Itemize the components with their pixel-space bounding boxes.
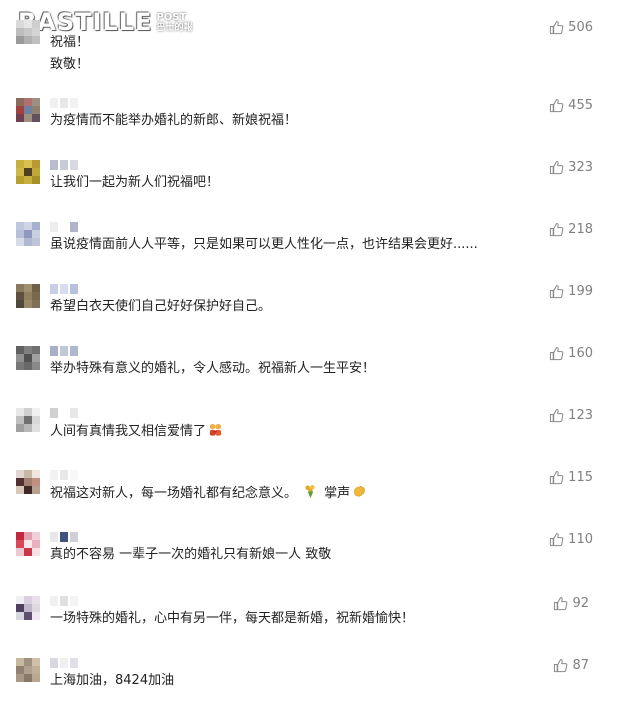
comment-item: 为疫情而不能举办婚礼的新郎、新娘祝福！ 455 — [0, 96, 625, 158]
avatar[interactable] — [16, 98, 40, 122]
comment-item: 祝福这对新人，每一场婚礼都有纪念意义。 掌声 115 — [0, 468, 625, 530]
like-button[interactable]: 199 — [549, 282, 593, 300]
comment-text: 虽说疫情面前人人平等，只是如果可以更人性化一点，也许结果会更好...... — [50, 236, 478, 254]
thumbs-up-icon — [550, 222, 564, 236]
couple-emoji-icon — [209, 423, 222, 436]
username-mosaic[interactable] — [50, 532, 78, 542]
thumbs-up-icon — [550, 160, 564, 174]
comment-line: 人间有真情我又相信爱情了 — [50, 422, 223, 441]
comment-line: 上海加油，8424加油 — [50, 673, 175, 688]
comment-line: 希望白衣天使们自己好好保护好自己。 — [50, 299, 272, 314]
username-mosaic[interactable] — [50, 596, 78, 606]
avatar[interactable] — [16, 658, 40, 682]
username-mosaic[interactable] — [50, 470, 78, 480]
like-button[interactable]: 455 — [549, 96, 593, 114]
comment-line: 祝福！ — [50, 35, 90, 50]
like-button[interactable]: 160 — [549, 344, 593, 362]
like-button[interactable]: 218 — [549, 220, 593, 238]
thumbs-up-icon — [550, 20, 564, 34]
comment-text: 举办特殊有意义的婚礼，令人感动。祝福新人一生平安！ — [50, 360, 375, 378]
username-mosaic[interactable] — [50, 346, 78, 356]
comment-text: 希望白衣天使们自己好好保护好自己。 — [50, 298, 271, 316]
like-count: 92 — [572, 595, 589, 611]
like-count: 115 — [568, 469, 593, 485]
like-button[interactable]: 87 — [553, 656, 589, 674]
avatar[interactable] — [16, 408, 40, 432]
avatar[interactable] — [16, 222, 40, 246]
thumbs-up-icon — [550, 346, 564, 360]
like-count: 323 — [568, 159, 593, 175]
like-count: 110 — [568, 531, 593, 547]
thumbs-up-icon — [554, 658, 568, 672]
comment-text: 让我们一起为新人们祝福吧！ — [50, 174, 219, 192]
comment-text: 祝福这对新人，每一场婚礼都有纪念意义。 掌声 — [50, 484, 367, 503]
comment-line-text: 人间有真情我又相信爱情了 — [50, 424, 207, 439]
username-mosaic[interactable] — [50, 160, 78, 170]
comment-text: 为疫情而不能举办婚礼的新郎、新娘祝福！ — [50, 112, 297, 130]
comment-line: 为疫情而不能举办婚礼的新郎、新娘祝福！ — [50, 113, 298, 128]
username-mosaic[interactable] — [50, 222, 78, 232]
like-button[interactable]: 323 — [549, 158, 593, 176]
like-count: 506 — [568, 19, 593, 35]
like-button[interactable]: 92 — [553, 594, 589, 612]
like-count: 199 — [568, 283, 593, 299]
like-count: 123 — [568, 407, 593, 423]
comment-item: 上海加油，8424加油 87 — [0, 656, 625, 718]
comment-line: 真的不容易 一辈子一次的婚礼只有新娘一人 致敬 — [50, 547, 332, 562]
username-mosaic[interactable] — [50, 284, 78, 294]
avatar[interactable] — [16, 470, 40, 494]
like-button[interactable]: 110 — [549, 530, 593, 548]
like-count: 218 — [568, 221, 593, 237]
comment-text: 上海加油，8424加油 — [50, 672, 174, 690]
comment-text: 真的不容易 一辈子一次的婚礼只有新娘一人 致敬 — [50, 546, 331, 564]
thumbs-up-icon — [554, 596, 568, 610]
like-button[interactable]: 123 — [549, 406, 593, 424]
avatar[interactable] — [16, 20, 40, 44]
thumbs-up-icon — [550, 470, 564, 484]
like-count: 160 — [568, 345, 593, 361]
comment-item: 人间有真情我又相信爱情了 123 — [0, 406, 625, 468]
comment-line: 一场特殊的婚礼，心中有另一伴，每天都是新婚，祝新婚愉快！ — [50, 611, 415, 626]
avatar[interactable] — [16, 284, 40, 308]
comment-item: 真的不容易 一辈子一次的婚礼只有新娘一人 致敬 110 — [0, 530, 625, 592]
like-button[interactable]: 506 — [549, 18, 593, 36]
avatar[interactable] — [16, 160, 40, 184]
comment-line-text: 祝福这对新人，每一场婚礼都有纪念意义。 — [50, 486, 298, 501]
comment-text: 一场特殊的婚礼，心中有另一伴，每天都是新婚，祝新婚愉快！ — [50, 610, 414, 628]
comment-line: 虽说疫情面前人人平等，只是如果可以更人性化一点，也许结果会更好...... — [50, 237, 478, 252]
thumbs-up-icon — [550, 284, 564, 298]
like-count: 87 — [572, 657, 589, 673]
username-mosaic[interactable] — [50, 408, 78, 418]
avatar[interactable] — [16, 596, 40, 620]
thumbs-up-icon — [550, 408, 564, 422]
comment-line: 祝福这对新人，每一场婚礼都有纪念意义。 掌声 — [50, 484, 367, 503]
comment-item: 举办特殊有意义的婚礼，令人感动。祝福新人一生平安！ 160 — [0, 344, 625, 406]
comment-item: 让我们一起为新人们祝福吧！ 323 — [0, 158, 625, 220]
comment-text: 祝福！ 致敬！ — [50, 34, 89, 74]
like-count: 455 — [568, 97, 593, 113]
avatar[interactable] — [16, 532, 40, 556]
clapping-hands-emoji-icon — [354, 486, 366, 497]
like-button[interactable]: 115 — [549, 468, 593, 486]
comment-line: 让我们一起为新人们祝福吧！ — [50, 175, 220, 190]
comment-item: 一场特殊的婚礼，心中有另一伴，每天都是新婚，祝新婚愉快！ 92 — [0, 594, 625, 656]
thumbs-up-icon — [550, 98, 564, 112]
comment-line-text: 掌声 — [324, 486, 351, 501]
comment-item: 虽说疫情面前人人平等，只是如果可以更人性化一点，也许结果会更好...... 21… — [0, 220, 625, 282]
username-mosaic[interactable] — [50, 658, 78, 668]
thumbs-up-icon — [550, 532, 564, 546]
comment-line: 举办特殊有意义的婚礼，令人感动。祝福新人一生平安！ — [50, 361, 376, 376]
comment-item: 祝福！ 致敬！ 506 — [0, 18, 625, 80]
username-mosaic[interactable] — [50, 98, 78, 108]
comment-line: 致敬！ — [50, 57, 90, 72]
comment-text: 人间有真情我又相信爱情了 — [50, 422, 223, 441]
avatar[interactable] — [16, 346, 40, 370]
bouquet-emoji-icon — [305, 485, 315, 499]
comment-item: 希望白衣天使们自己好好保护好自己。 199 — [0, 282, 625, 344]
